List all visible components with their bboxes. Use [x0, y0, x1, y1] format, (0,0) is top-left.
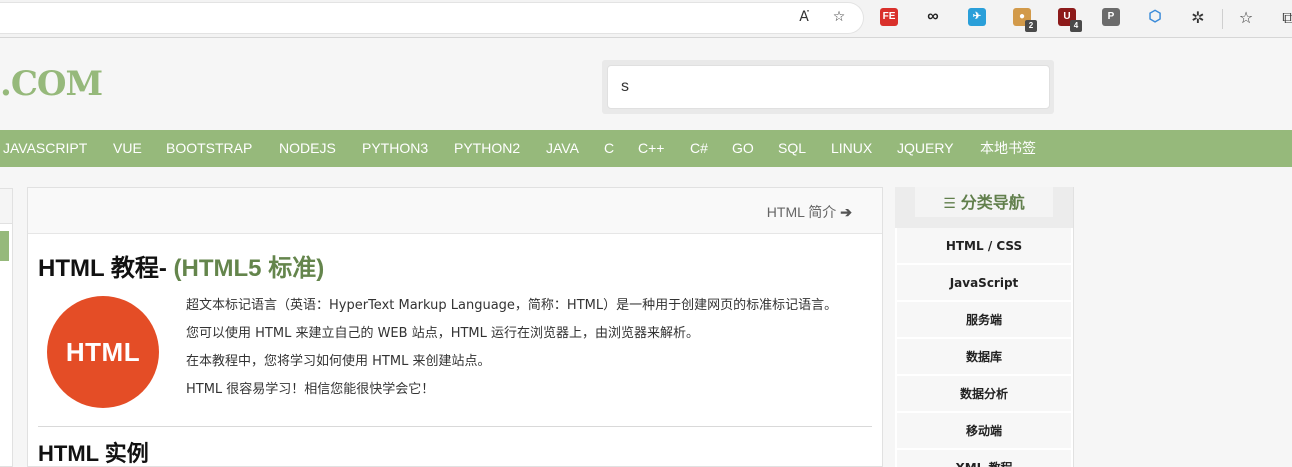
nav-item-java[interactable]: JAVA [546, 130, 579, 167]
arrow-right-icon: ➔ [840, 204, 852, 220]
intro-paragraph: 在本教程中，您将学习如何使用 HTML 来创建站点。 [186, 354, 491, 369]
nav-item-sql[interactable]: SQL [778, 130, 806, 167]
divider [38, 426, 872, 427]
intro-paragraph: 超文本标记语言（英语：HyperText Markup Language，简称：… [186, 298, 838, 313]
fe-extension-icon[interactable]: FE [880, 8, 898, 26]
category-heading-label: 分类导航 [960, 193, 1025, 212]
site-header: .COM [0, 38, 1292, 130]
nav-item-csharp[interactable]: C# [690, 130, 708, 167]
collections-icon[interactable]: ⧉ [1278, 8, 1292, 28]
toolbar-separator [1222, 9, 1223, 29]
extensions-puzzle-icon[interactable]: ✲ [1188, 8, 1208, 28]
category-item-xml[interactable]: XML 教程 [897, 450, 1071, 467]
intro-paragraph: 您可以使用 HTML 来建立自己的 WEB 站点，HTML 运行在浏览器上，由浏… [186, 326, 699, 341]
category-heading: ☰ 分类导航 [915, 187, 1053, 217]
intro-paragraph: HTML 很容易学习！相信您能很快学会它！ [186, 382, 435, 397]
nav-item-bootstrap[interactable]: BOOTSTRAP [166, 130, 252, 167]
extension-badge: 2 [1025, 20, 1037, 32]
search-input[interactable] [607, 65, 1050, 109]
nav-item-nodejs[interactable]: NODEJS [279, 130, 336, 167]
sidebar-border [1073, 187, 1074, 467]
page-title-accent: (HTML5 标准) [173, 255, 325, 282]
article-toolbar: HTML 简介 ➔ [28, 188, 882, 234]
article-content: HTML 简介 ➔ HTML 教程- (HTML5 标准) HTML 超文本标记语… [27, 187, 883, 467]
site-logo[interactable]: .COM [0, 64, 103, 104]
category-item-server[interactable]: 服务端 [897, 302, 1071, 338]
read-aloud-icon[interactable]: A͘ [795, 8, 813, 26]
list-icon: ☰ [943, 196, 956, 212]
infinity-extension-icon[interactable]: ∞ [924, 8, 942, 26]
nav-item-vue[interactable]: VUE [113, 130, 142, 167]
nav-item-python3[interactable]: PYTHON3 [362, 130, 428, 167]
category-item-javascript[interactable]: JavaScript [897, 265, 1071, 301]
nav-item-javascript[interactable]: JAVASCRIPT [3, 130, 87, 167]
nav-item-cpp[interactable]: C++ [638, 130, 664, 167]
nav-item-jquery[interactable]: JQUERY [897, 130, 954, 167]
nav-item-linux[interactable]: LINUX [831, 130, 872, 167]
main-nav: JAVASCRIPT VUE BOOTSTRAP NODEJS PYTHON3 … [0, 130, 1292, 167]
search-box [602, 60, 1054, 114]
category-item-database[interactable]: 数据库 [897, 339, 1071, 375]
favorites-icon[interactable]: ☆ [1236, 8, 1256, 28]
add-favorite-icon[interactable]: ☆ [830, 8, 848, 26]
left-sidebar-active-item[interactable] [0, 231, 9, 261]
page-title: HTML 教程- (HTML5 标准) [38, 248, 324, 283]
browser-toolbar: A͘ ☆ FE ∞ ✈ ● 2 U4 P ⬡ ✲ ☆ ⧉ [0, 0, 1292, 38]
address-bar[interactable] [0, 2, 864, 34]
category-sidebar: ☰ 分类导航 HTML / CSS JavaScript 服务端 数据库 数据分析… [895, 187, 1073, 467]
next-page-link[interactable]: HTML 简介 ➔ [767, 202, 852, 222]
nav-item-go[interactable]: GO [732, 130, 754, 167]
nav-item-python2[interactable]: PYTHON2 [454, 130, 520, 167]
category-header: ☰ 分类导航 [895, 187, 1073, 228]
category-item-mobile[interactable]: 移动端 [897, 413, 1071, 449]
page-title-prefix: HTML 教程- [38, 255, 174, 282]
nav-item-bookmarks[interactable]: 本地书签 [980, 130, 1036, 167]
category-item-html-css[interactable]: HTML / CSS [897, 228, 1071, 264]
next-page-label: HTML 简介 [766, 204, 837, 220]
html-logo: HTML [47, 296, 159, 408]
left-sidebar-header [0, 189, 12, 224]
telegram-extension-icon[interactable]: ✈ [968, 8, 986, 26]
ublock-extension-icon[interactable]: U4 [1058, 8, 1082, 32]
category-item-data-analysis[interactable]: 数据分析 [897, 376, 1071, 412]
section-title: HTML 实例 [38, 441, 149, 466]
nav-item-c[interactable]: C [604, 130, 614, 167]
extension-badge: 4 [1070, 20, 1082, 32]
puzzle-blue-extension-icon[interactable]: ⬡ [1146, 8, 1164, 26]
cookie-extension-icon[interactable]: ● 2 [1013, 8, 1037, 32]
p-extension-icon[interactable]: P [1102, 8, 1120, 26]
left-sidebar [0, 188, 13, 467]
